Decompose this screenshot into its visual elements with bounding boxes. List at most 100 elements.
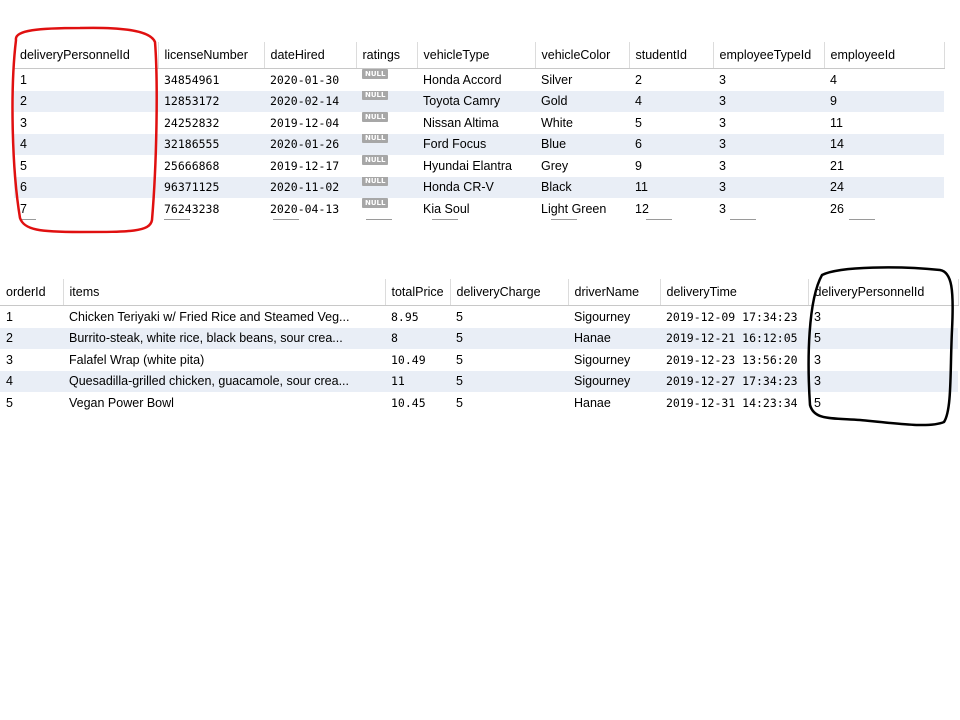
table-cell[interactable]: 5 [0, 392, 63, 414]
table-cell[interactable]: Honda CR-V [417, 176, 535, 198]
table-cell[interactable]: 5 [450, 327, 568, 349]
column-header[interactable]: dateHired [264, 42, 357, 69]
table-cell[interactable]: 24 [824, 176, 944, 198]
table-cell[interactable]: 2 [629, 68, 713, 91]
table-cell[interactable]: 76243238 [158, 198, 264, 220]
table-cell[interactable]: 2019-12-31 14:23:34 [660, 392, 808, 414]
table-cell[interactable]: 2 [14, 90, 158, 112]
table-cell[interactable]: 2019-12-17 [264, 155, 356, 177]
table-cell[interactable]: 10.49 [385, 349, 450, 371]
table-row[interactable]: 1 34854961 2020-01-30 NULL Honda Accord Silve… [14, 68, 944, 91]
table-cell[interactable]: 2 [0, 327, 63, 349]
table-cell[interactable]: 5 [450, 392, 568, 414]
table-cell[interactable]: Chicken Teriyaki w/ Fried Rice and Steam… [63, 305, 385, 328]
column-header[interactable]: items [63, 279, 386, 306]
table-row[interactable]: 2 12853172 2020-02-14 NULL Toyota Camry Gold 4… [14, 90, 944, 112]
table-cell[interactable]: 25666868 [158, 155, 264, 177]
table-cell[interactable]: 11 [385, 370, 450, 392]
table-cell[interactable]: Hanae [568, 327, 660, 349]
table-cell[interactable]: 5 [450, 349, 568, 371]
table-cell[interactable]: 5 [808, 392, 958, 414]
column-header[interactable]: driverName [568, 279, 661, 306]
table-cell[interactable]: 6 [629, 133, 713, 155]
table-cell[interactable]: 1 [0, 305, 63, 328]
table-cell[interactable]: 21 [824, 155, 944, 177]
table-cell[interactable]: Hanae [568, 392, 660, 414]
table-cell[interactable]: 1 [14, 68, 158, 91]
table-row[interactable]: 4 Quesadilla-grilled chicken, guacamole, … [0, 370, 958, 392]
table-row[interactable]: 2 Burrito-steak, white rice, black beans,… [0, 327, 958, 349]
table-cell[interactable]: 24252832 [158, 112, 264, 134]
table-cell[interactable]: 5 [450, 305, 568, 328]
table-cell[interactable]: White [535, 112, 629, 134]
table-cell[interactable]: Honda Accord [417, 68, 535, 91]
column-header[interactable]: vehicleType [417, 42, 536, 69]
table-cell[interactable]: 9 [629, 155, 713, 177]
table-cell[interactable]: NULL [356, 90, 417, 112]
table-cell[interactable]: Sigourney [568, 305, 660, 328]
table-cell[interactable]: 32186555 [158, 133, 264, 155]
table-cell[interactable]: 5 [450, 370, 568, 392]
table-cell[interactable]: 2019-12-23 13:56:20 [660, 349, 808, 371]
table-cell[interactable]: 8 [385, 327, 450, 349]
table-cell[interactable]: Toyota Camry [417, 90, 535, 112]
table-cell[interactable]: 5 [14, 155, 158, 177]
table-cell[interactable]: Falafel Wrap (white pita) [63, 349, 385, 371]
table-row[interactable]: 1 Chicken Teriyaki w/ Fried Rice and Stea… [0, 305, 958, 328]
table-cell[interactable]: 3 [713, 90, 824, 112]
table-cell[interactable]: Silver [535, 68, 629, 91]
table-cell[interactable]: 34854961 [158, 68, 264, 91]
table-cell[interactable]: 96371125 [158, 176, 264, 198]
table-cell[interactable]: 2020-02-14 [264, 90, 356, 112]
table-cell[interactable]: 3 [713, 68, 824, 91]
table-cell[interactable]: Quesadilla-grilled chicken, guacamole, s… [63, 370, 385, 392]
table-cell[interactable]: 4 [629, 90, 713, 112]
table-cell[interactable]: 3 [808, 305, 958, 328]
table-row[interactable]: 5 25666868 2019-12-17 NULL Hyundai Elantra Gr… [14, 155, 944, 177]
table-cell[interactable]: 2020-01-26 [264, 133, 356, 155]
table-cell[interactable]: Sigourney [568, 349, 660, 371]
table-cell[interactable]: 2019-12-09 17:34:23 [660, 305, 808, 328]
table-cell[interactable]: Gold [535, 90, 629, 112]
table-row[interactable]: 5 Vegan Power Bowl 10.45 5 Hanae 2019-12-31 1… [0, 392, 958, 414]
table-cell[interactable]: 12 [629, 198, 713, 220]
table-cell[interactable]: 14 [824, 133, 944, 155]
table-cell[interactable]: 8.95 [385, 305, 450, 328]
table-cell[interactable]: 2020-11-02 [264, 176, 356, 198]
table-cell[interactable]: NULL [356, 112, 417, 134]
table-cell[interactable]: NULL [356, 68, 417, 91]
table-row[interactable]: 3 Falafel Wrap (white pita) 10.49 5 Sigourne… [0, 349, 958, 371]
table-row[interactable]: 6 96371125 2020-11-02 NULL Honda CR-V Black 11… [14, 176, 944, 198]
column-header[interactable]: orderId [0, 279, 64, 306]
column-header[interactable]: deliveryTime [660, 279, 809, 306]
column-header[interactable]: licenseNumber [158, 42, 265, 69]
table-cell[interactable]: NULL [356, 155, 417, 177]
table-row[interactable]: 3 24252832 2019-12-04 NULL Nissan Altima Whit… [14, 112, 944, 134]
column-header[interactable]: vehicleColor [535, 42, 630, 69]
table-cell[interactable]: Blue [535, 133, 629, 155]
table-cell[interactable]: Nissan Altima [417, 112, 535, 134]
table-cell[interactable]: 6 [14, 176, 158, 198]
table-cell[interactable]: 4 [0, 370, 63, 392]
column-header[interactable]: totalPrice [385, 279, 451, 306]
table-cell[interactable]: 3 [14, 112, 158, 134]
column-header[interactable]: employeeTypeId [713, 42, 825, 69]
table-cell[interactable]: 3 [0, 349, 63, 371]
column-header[interactable]: employeeId [824, 42, 945, 69]
table-cell[interactable]: Grey [535, 155, 629, 177]
table-cell[interactable]: 5 [629, 112, 713, 134]
table-cell[interactable]: Burrito-steak, white rice, black beans, … [63, 327, 385, 349]
column-header[interactable]: deliveryCharge [450, 279, 569, 306]
table-cell[interactable]: Black [535, 176, 629, 198]
table-cell[interactable]: 3 [713, 133, 824, 155]
table-cell[interactable]: 3 [713, 112, 824, 134]
table-cell[interactable]: 3 [713, 176, 824, 198]
table-cell[interactable]: 11 [824, 112, 944, 134]
table-cell[interactable]: 5 [808, 327, 958, 349]
table-cell[interactable]: 26 [824, 198, 944, 220]
table-cell[interactable]: 2019-12-27 17:34:23 [660, 370, 808, 392]
table-cell[interactable]: 9 [824, 90, 944, 112]
table-cell[interactable]: 2020-04-13 [264, 198, 356, 220]
table-cell[interactable]: 3 [808, 349, 958, 371]
table-cell[interactable]: 3 [713, 198, 824, 220]
